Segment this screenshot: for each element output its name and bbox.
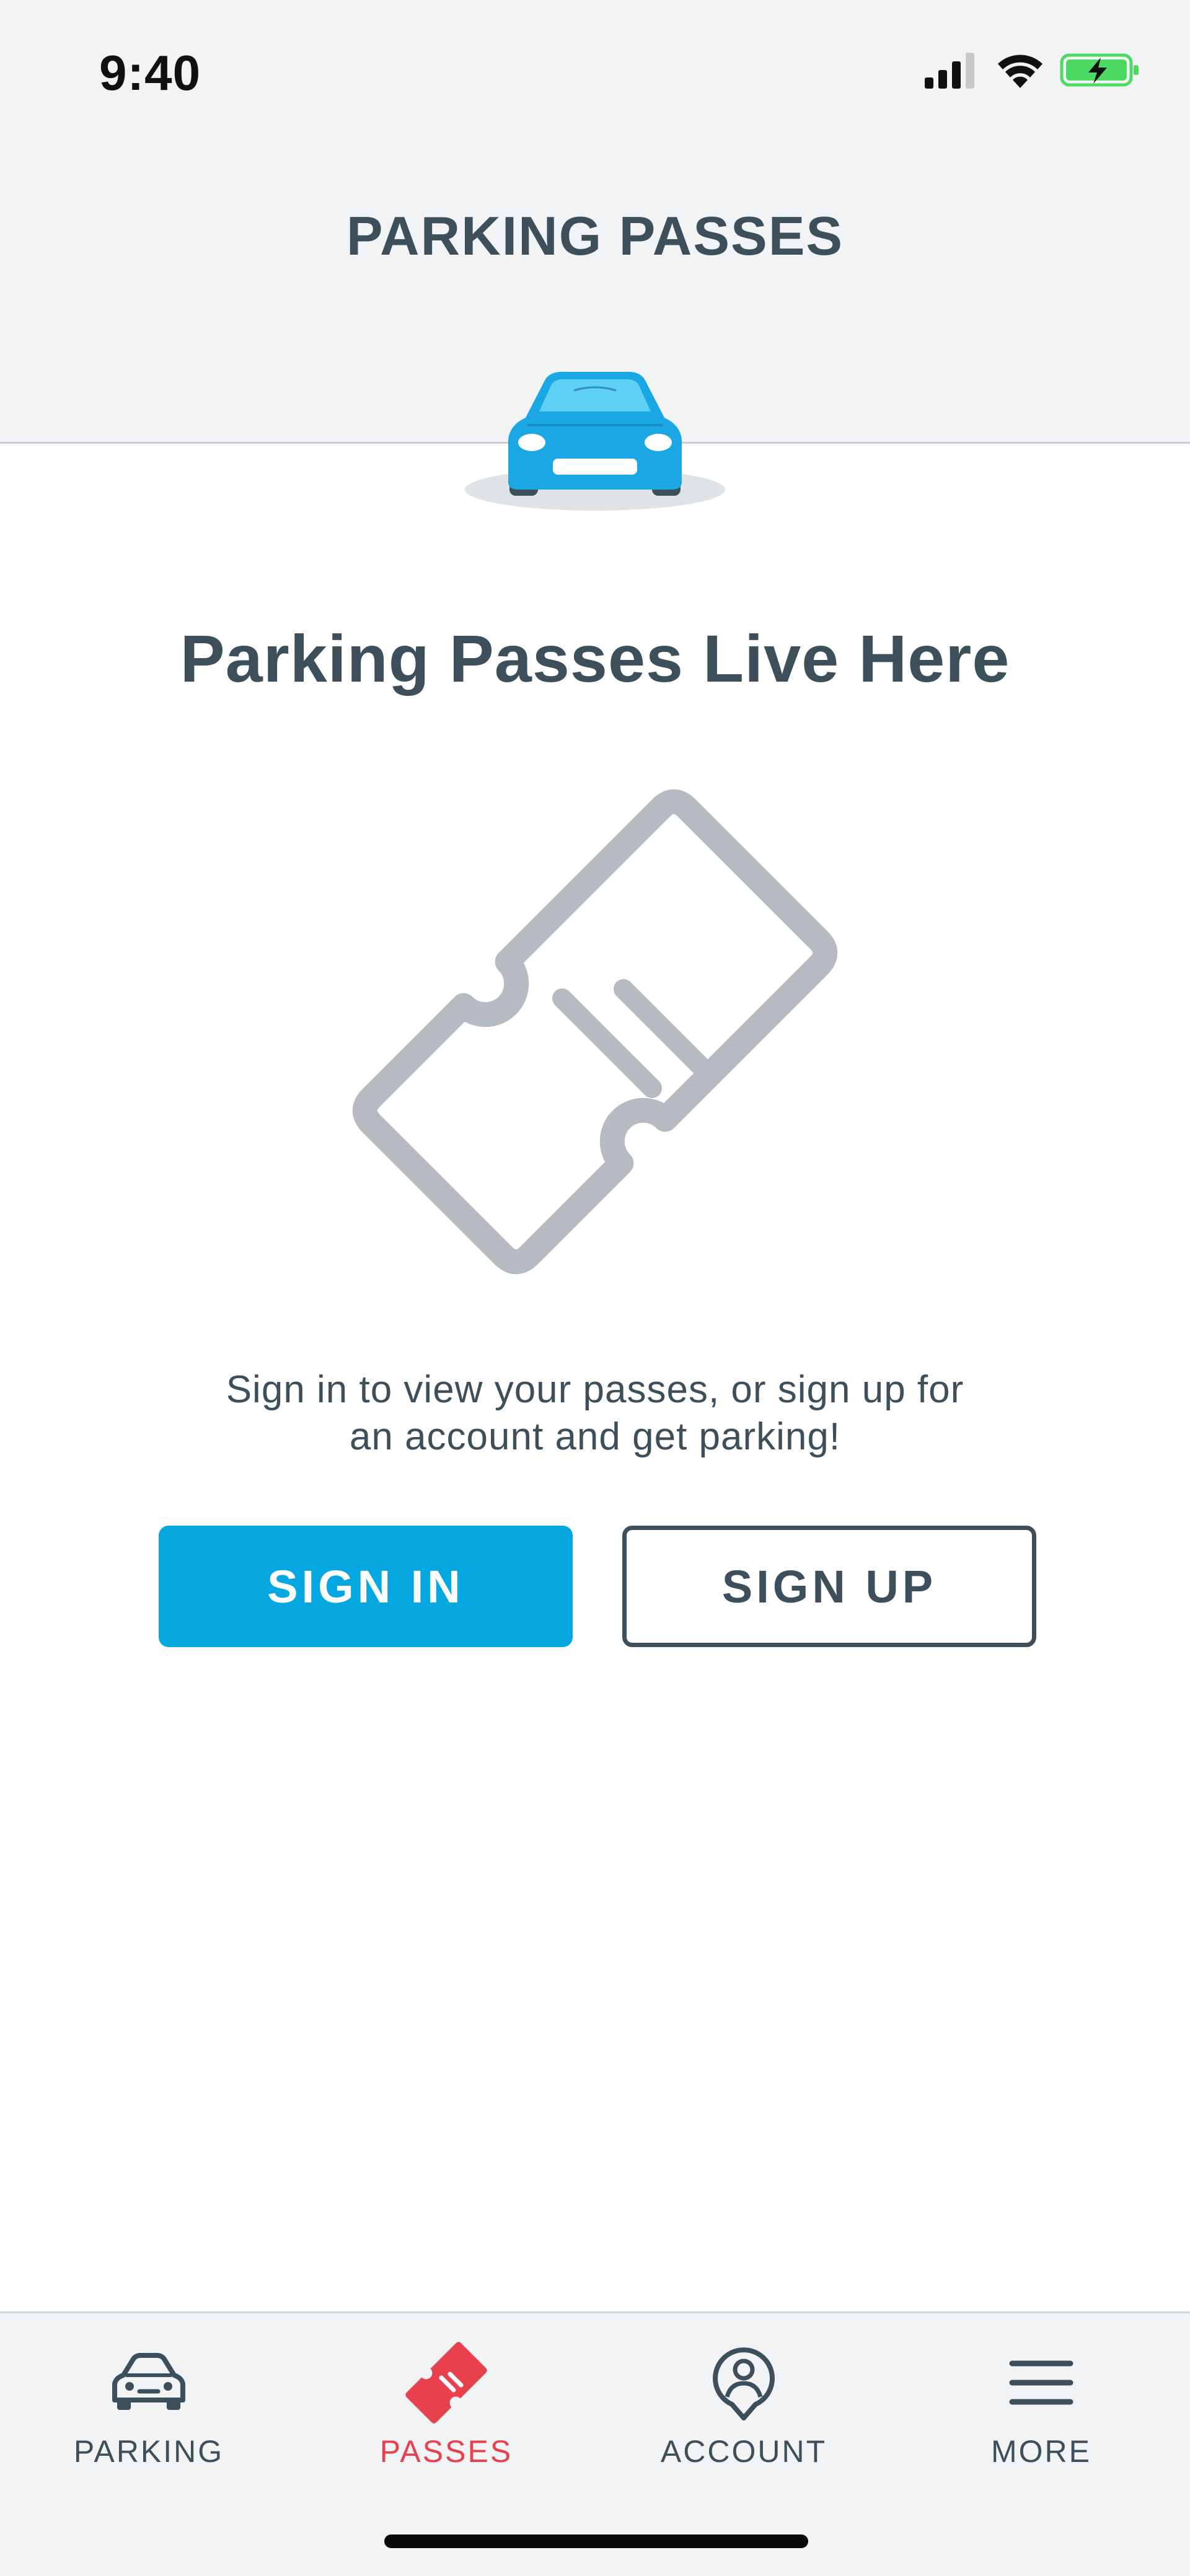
sign-in-prompt-line-1: Sign in to view your passes, or sign up … <box>226 1368 964 1411</box>
ticket-icon <box>403 2339 490 2426</box>
screen: 9:40 PARKING PASSES Parking Passes Live … <box>0 0 1190 2576</box>
tab-label-account: ACCOUNT <box>660 2434 827 2469</box>
wifi-icon <box>995 51 1045 92</box>
ticket-icon <box>322 759 868 1304</box>
signal-icon <box>925 51 981 92</box>
account-pin-icon <box>700 2339 787 2426</box>
status-time: 9:40 <box>99 45 201 100</box>
sign-in-button[interactable]: SIGN IN <box>159 1526 573 1647</box>
page-title: PARKING PASSES <box>346 205 844 266</box>
tab-more[interactable]: MORE <box>892 2313 1190 2487</box>
tab-label-parking: PARKING <box>73 2434 224 2469</box>
tab-parking[interactable]: PARKING <box>0 2313 298 2487</box>
car-icon <box>105 2339 192 2426</box>
tab-label-passes: PASSES <box>379 2434 513 2469</box>
sign-in-prompt-line-2: an account and get parking! <box>349 1415 841 1458</box>
menu-icon <box>998 2339 1085 2426</box>
sign-in-prompt: Sign in to view your passes, or sign up … <box>161 1366 1029 1461</box>
tab-label-more: MORE <box>991 2434 1091 2469</box>
home-indicator[interactable] <box>384 2534 808 2548</box>
status-icons <box>925 50 1140 93</box>
tab-passes[interactable]: PASSES <box>298 2313 595 2487</box>
tab-account[interactable]: ACCOUNT <box>595 2313 892 2487</box>
empty-state-heading: Parking Passes Live Here <box>180 621 1010 696</box>
sign-up-button[interactable]: SIGN UP <box>622 1526 1036 1647</box>
car-icon <box>459 366 731 514</box>
battery-charging-icon <box>1060 51 1140 92</box>
